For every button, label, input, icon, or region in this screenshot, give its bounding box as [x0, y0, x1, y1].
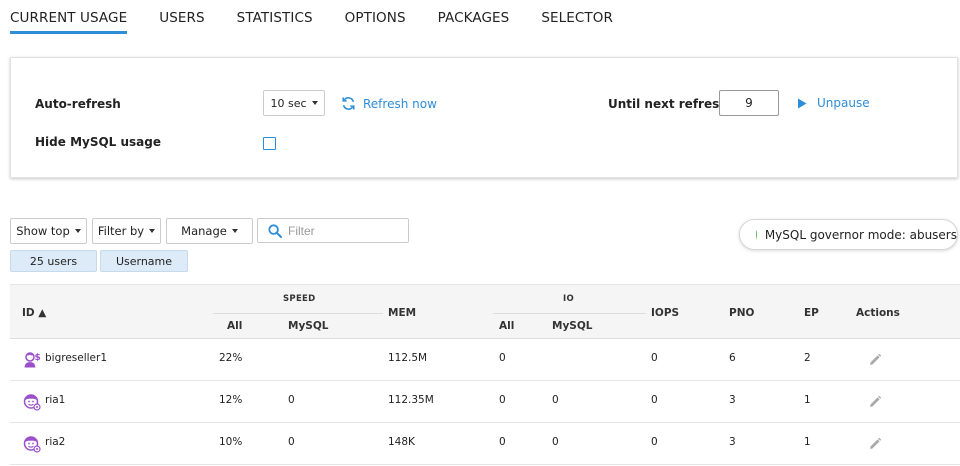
caret-down-icon	[149, 229, 156, 233]
column-group-speed: SPEED	[283, 294, 316, 304]
mem-cell: 112.35M	[388, 394, 434, 406]
tab-options[interactable]: OPTIONS	[345, 0, 406, 34]
filter-search-box[interactable]	[257, 218, 409, 243]
pno-cell: 3	[729, 394, 736, 406]
search-icon	[268, 223, 282, 238]
column-header-actions: Actions	[856, 307, 900, 319]
column-header-id[interactable]: ID ▲	[22, 307, 46, 319]
speed-all-cell: 12%	[219, 394, 243, 406]
column-header-iops: IOPS	[651, 307, 680, 319]
user-avatar-icon	[23, 394, 41, 411]
mem-cell: 112.5M	[388, 352, 428, 364]
hide-mysql-label: Hide MySQL usage	[35, 135, 162, 149]
user-id: ria2	[45, 436, 66, 448]
speed-all-cell: 22%	[219, 352, 243, 364]
ep-cell: 1	[804, 394, 811, 406]
io-all-cell: 0	[499, 352, 506, 364]
tab-selector[interactable]: SELECTOR	[541, 0, 613, 34]
until-next-refresh-label: Until next refresh	[608, 97, 728, 111]
play-icon	[798, 98, 807, 108]
unpause-label: Unpause	[817, 96, 870, 110]
user-id: bigreseller1	[45, 352, 108, 364]
svg-text:$: $	[35, 353, 41, 363]
user-avatar-icon	[23, 436, 41, 453]
unpause-link[interactable]: Unpause	[797, 96, 870, 110]
iops-cell: 0	[651, 394, 658, 406]
tab-packages[interactable]: PACKAGES	[438, 0, 510, 34]
speed-mysql-cell: 0	[288, 394, 295, 406]
iops-cell: 0	[651, 436, 658, 448]
refresh-interval-value: 10 sec	[270, 96, 307, 110]
column-group-io: IO	[563, 294, 574, 304]
countdown-field[interactable]: 9	[719, 90, 779, 116]
user-id: ria1	[45, 394, 66, 406]
table-row: ria1 12% 0 112.35M 0 0 0 3 1	[10, 381, 960, 423]
table-row: ria2 10% 0 148K 0 0 0 3 1	[10, 423, 960, 465]
refresh-icon	[342, 97, 355, 110]
tab-current-usage[interactable]: CURRENT USAGE	[10, 0, 128, 34]
column-header-io-all: All	[499, 320, 515, 332]
iops-cell: 0	[651, 352, 658, 364]
column-header-pno: PNO	[729, 307, 755, 319]
tab-bar: CURRENT USAGE USERS STATISTICS OPTIONS P…	[10, 0, 645, 36]
divider	[213, 313, 383, 314]
speed-all-cell: 10%	[219, 436, 243, 448]
io-all-cell: 0	[499, 436, 506, 448]
refresh-panel: Auto-refresh 10 sec Refresh now Until ne…	[10, 57, 958, 178]
users-count-chip[interactable]: 25 users	[10, 250, 97, 272]
io-all-cell: 0	[499, 394, 506, 406]
filter-input[interactable]	[288, 223, 398, 238]
column-header-io-mysql: MySQL	[552, 320, 593, 332]
ep-cell: 2	[804, 352, 811, 364]
column-header-ep: EP	[804, 307, 819, 319]
username-chip[interactable]: Username	[100, 250, 188, 272]
caret-down-icon	[311, 101, 318, 105]
usage-table: ID ▲ SPEED All MySQL MEM IO All MySQL IO…	[10, 284, 960, 465]
manage-label: Manage	[181, 224, 227, 238]
ep-cell: 1	[804, 436, 811, 448]
refresh-now-label: Refresh now	[363, 96, 437, 111]
show-top-dropdown[interactable]: Show top	[10, 218, 87, 244]
divider	[493, 313, 646, 314]
show-top-label: Show top	[16, 224, 70, 238]
table-row: $ bigreseller1 22% 112.5M 0 0 6 2	[10, 339, 960, 381]
io-mysql-cell: 0	[552, 436, 559, 448]
manage-dropdown[interactable]: Manage	[166, 218, 253, 244]
governor-mode-label: MySQL governor mode: abusers	[764, 227, 957, 242]
pencil-icon[interactable]	[868, 353, 882, 367]
io-mysql-cell: 0	[552, 394, 559, 406]
pencil-icon[interactable]	[868, 395, 882, 409]
status-dot	[756, 230, 757, 239]
mem-cell: 148K	[388, 436, 415, 448]
column-header-speed-all: All	[227, 320, 243, 332]
refresh-now-link[interactable]: Refresh now	[341, 96, 437, 111]
pencil-icon[interactable]	[868, 437, 882, 451]
tab-statistics[interactable]: STATISTICS	[237, 0, 313, 34]
auto-refresh-label: Auto-refresh	[35, 97, 121, 111]
hide-mysql-checkbox[interactable]	[263, 137, 276, 150]
table-header: ID ▲ SPEED All MySQL MEM IO All MySQL IO…	[10, 284, 960, 339]
column-header-mem: MEM	[388, 307, 417, 319]
governor-mode-badge: MySQL governor mode: abusers	[739, 219, 958, 250]
filter-by-label: Filter by	[97, 224, 145, 238]
pno-cell: 6	[729, 352, 736, 364]
caret-down-icon	[231, 229, 238, 233]
refresh-interval-dropdown[interactable]: 10 sec	[263, 90, 325, 116]
column-header-speed-mysql: MySQL	[288, 320, 329, 332]
filter-by-dropdown[interactable]: Filter by	[92, 218, 161, 244]
speed-mysql-cell: 0	[288, 436, 295, 448]
caret-down-icon	[74, 229, 81, 233]
tab-users[interactable]: USERS	[159, 0, 204, 34]
reseller-avatar-icon: $	[24, 352, 41, 368]
pno-cell: 3	[729, 436, 736, 448]
